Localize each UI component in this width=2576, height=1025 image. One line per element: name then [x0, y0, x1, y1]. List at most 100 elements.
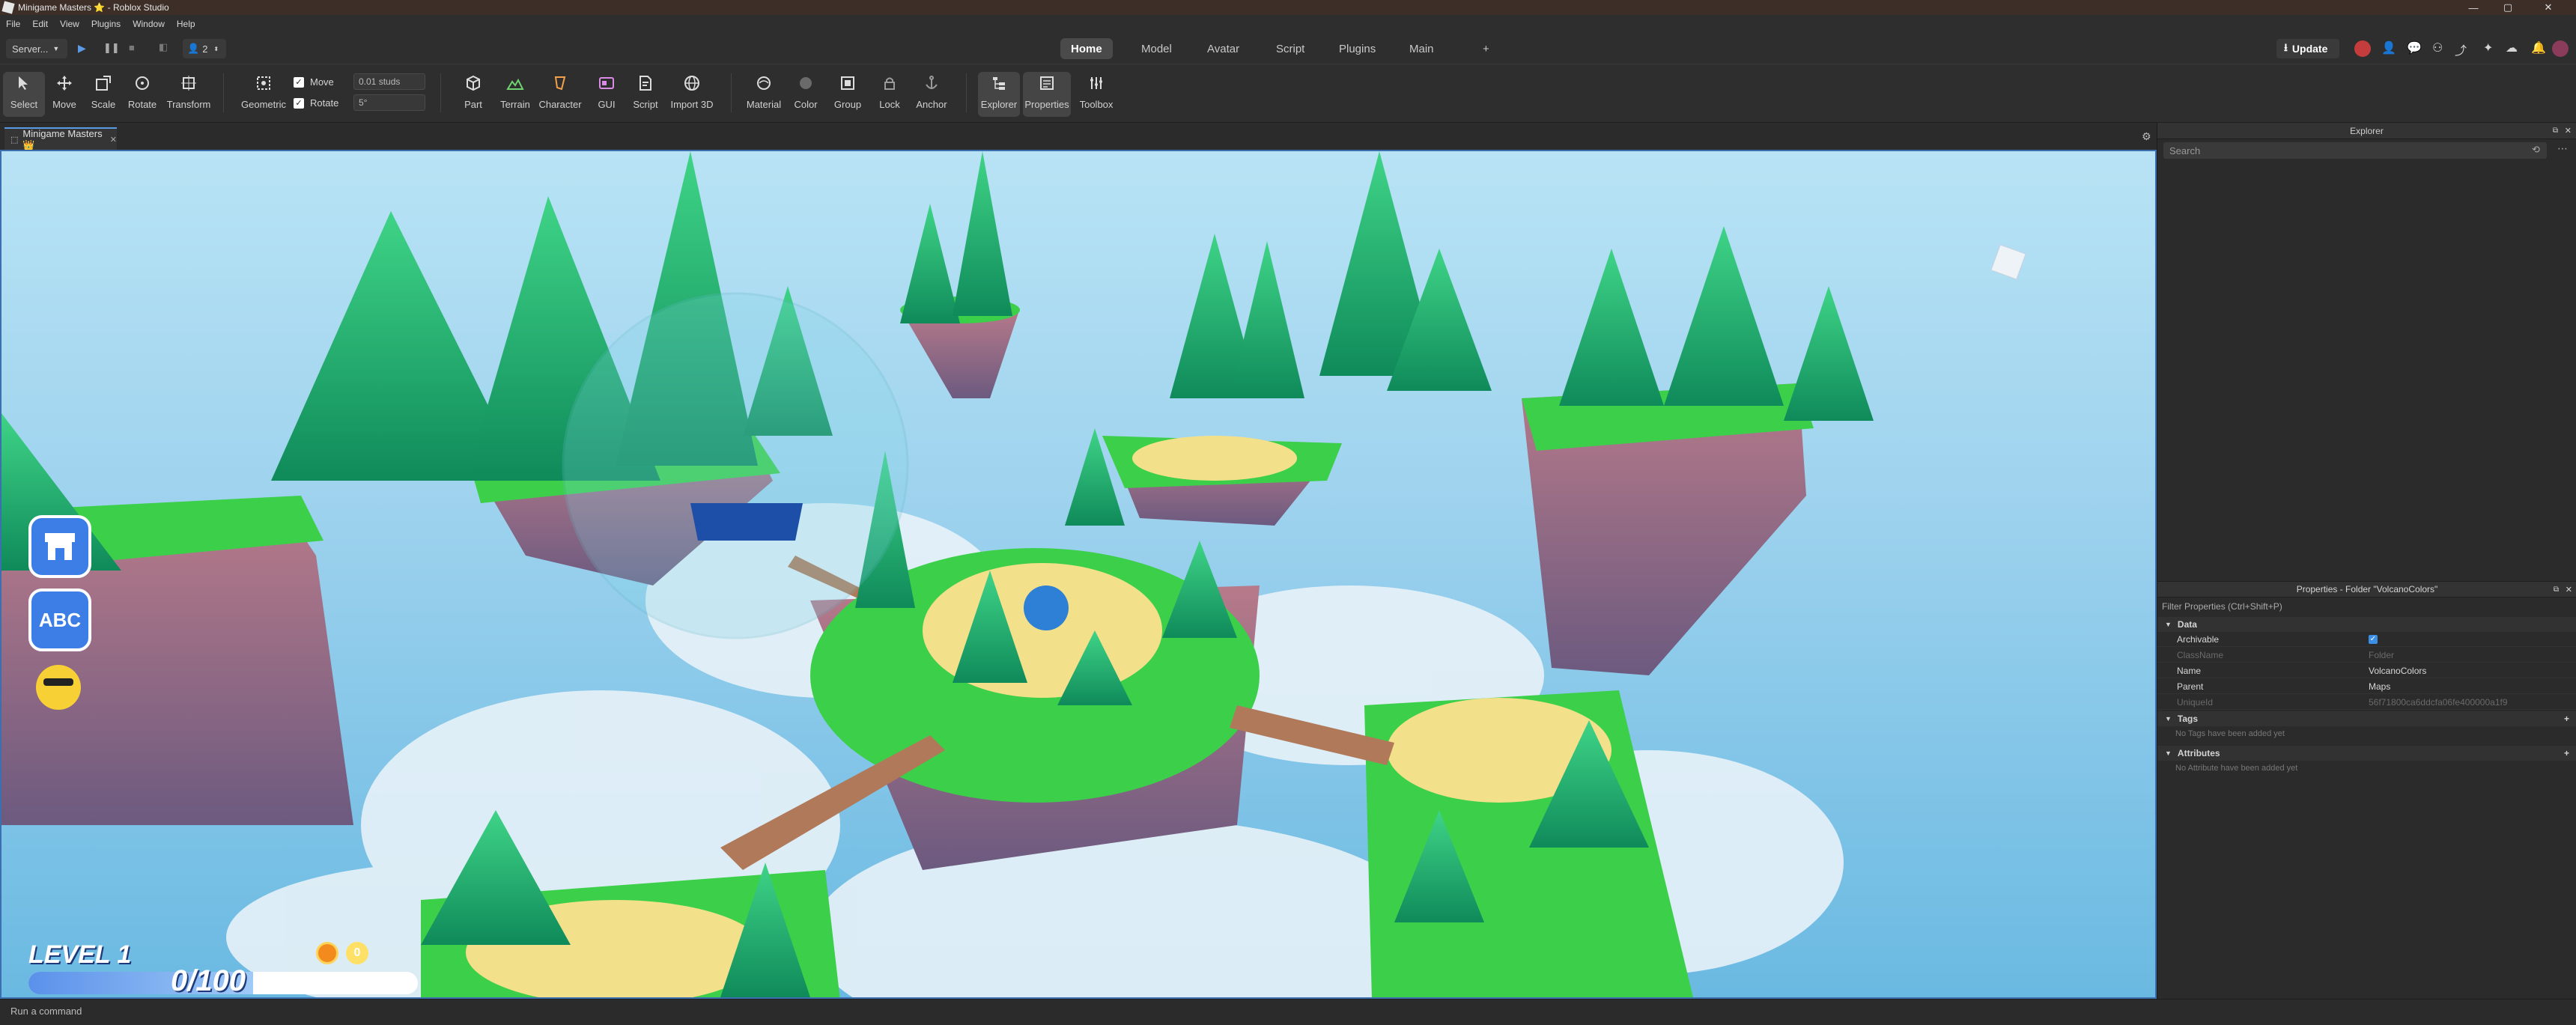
- add-attribute-icon[interactable]: +: [2564, 748, 2569, 758]
- select-tool[interactable]: Select: [3, 72, 45, 117]
- play-icon[interactable]: ▶: [78, 42, 86, 55]
- menu-window[interactable]: Window: [127, 19, 171, 29]
- menu-file[interactable]: File: [0, 19, 26, 29]
- property-row[interactable]: UniqueId 56f71800ca6ddcfa06fe400000a1f9: [2157, 695, 2576, 710]
- tab-home[interactable]: Home: [1060, 38, 1113, 59]
- server-dropdown[interactable]: Server... ▼: [6, 39, 67, 58]
- scale-tool[interactable]: Scale: [82, 72, 124, 117]
- tab-main[interactable]: Main: [1399, 38, 1445, 59]
- close-icon[interactable]: ✕: [2531, 0, 2566, 15]
- rotate-tool[interactable]: Rotate: [121, 72, 163, 117]
- tab-add[interactable]: +: [1472, 38, 1500, 59]
- explorer-search-input[interactable]: Search: [2163, 142, 2547, 159]
- tab-script[interactable]: Script: [1266, 38, 1315, 59]
- property-row[interactable]: ClassName Folder: [2157, 648, 2576, 663]
- viewport-settings-icon[interactable]: ⚙: [2142, 130, 2151, 143]
- document-tab[interactable]: ⬚ Minigame Masters 👑 ✕: [4, 127, 117, 150]
- history-icon[interactable]: ⟲: [2532, 144, 2540, 156]
- tab-model[interactable]: Model: [1131, 38, 1182, 59]
- properties-toggle[interactable]: Properties: [1023, 72, 1071, 117]
- tab-avatar[interactable]: Avatar: [1197, 38, 1250, 59]
- data-section-header[interactable]: ▼ Data: [2157, 617, 2576, 632]
- assistant-icon[interactable]: ✦: [2483, 40, 2493, 55]
- explorer-toggle[interactable]: Explorer: [978, 72, 1020, 117]
- chat-icon[interactable]: 💬: [2407, 40, 2422, 55]
- anchor-tool[interactable]: Anchor: [911, 72, 953, 117]
- terrain-tool[interactable]: Terrain: [494, 72, 536, 117]
- stop-icon[interactable]: ■: [129, 42, 135, 53]
- command-bar[interactable]: Run a command: [0, 999, 2576, 1025]
- menu-plugins[interactable]: Plugins: [85, 19, 127, 29]
- import-3d-tool[interactable]: Import 3D: [665, 72, 719, 117]
- anchor-tool-label: Anchor: [916, 99, 947, 110]
- script-tool-label: Script: [633, 99, 658, 110]
- property-value: 56f71800ca6ddcfa06fe400000a1f9: [2369, 696, 2508, 708]
- rotate-snap-input[interactable]: 5°: [353, 94, 425, 111]
- character-tool[interactable]: Character: [536, 72, 584, 117]
- explorer-title: Explorer: [2350, 125, 2384, 136]
- menu-edit[interactable]: Edit: [26, 19, 54, 29]
- geometric-tool[interactable]: Geometric: [240, 72, 288, 117]
- color-tool-label: Color: [794, 99, 818, 110]
- move-tool[interactable]: Move: [43, 72, 85, 117]
- menu-bar: File Edit View Plugins Window Help: [0, 15, 2576, 33]
- minimize-icon[interactable]: —: [2456, 0, 2491, 15]
- more-options-icon[interactable]: ⋯: [2557, 142, 2568, 155]
- ribbon-tab-row: Server... ▼ ▶ ❚❚ ■ ◧ 👤 2 ⬍ Home Model Av…: [0, 33, 2576, 64]
- close-icon[interactable]: ✕: [2566, 585, 2572, 594]
- abc-button[interactable]: ABC: [28, 588, 91, 651]
- color-tool[interactable]: Color: [785, 72, 827, 117]
- undock-icon[interactable]: ⧉: [2554, 586, 2559, 594]
- scale-icon: [92, 72, 115, 94]
- group-icon: [836, 72, 859, 94]
- property-row[interactable]: Parent Maps: [2157, 679, 2576, 694]
- add-friend-icon[interactable]: 👤: [2381, 40, 2396, 55]
- checkbox-checked-icon: ✓: [294, 97, 304, 109]
- undock-icon[interactable]: ⧉: [2553, 127, 2558, 135]
- shop-button[interactable]: [28, 515, 91, 578]
- toolbox-toggle[interactable]: Toolbox: [1074, 72, 1119, 117]
- notification-icon[interactable]: 🔔: [2531, 40, 2546, 55]
- collaborate-icon[interactable]: ⚇: [2432, 40, 2443, 55]
- transform-tool[interactable]: Transform: [165, 72, 213, 117]
- menu-view[interactable]: View: [54, 19, 85, 29]
- coin-icon: [316, 942, 338, 964]
- update-button[interactable]: ⭳ Update: [2276, 39, 2339, 58]
- cursor-icon: [13, 72, 35, 94]
- 3d-viewport[interactable]: ▸Gameplay EquipmentLightings▾Maps▸AcidEs…: [0, 150, 2157, 999]
- players-count-selector[interactable]: 👤 2 ⬍: [183, 39, 226, 58]
- command-input-placeholder: Run a command: [10, 1006, 82, 1017]
- rotate-snap-checkbox[interactable]: ✓ Rotate: [294, 97, 338, 109]
- checkbox-checked-icon[interactable]: ✓: [2369, 634, 2378, 644]
- property-row[interactable]: Name VolcanoColors: [2157, 663, 2576, 678]
- group-tool[interactable]: Group: [827, 72, 869, 117]
- explorer-search-placeholder: Search: [2169, 145, 2201, 156]
- properties-icon: [1036, 72, 1058, 94]
- script-tool[interactable]: Script: [625, 72, 666, 117]
- avatar[interactable]: [2552, 40, 2569, 57]
- tags-section-header[interactable]: ▼ Tags +: [2157, 711, 2576, 726]
- gui-tool[interactable]: GUI: [586, 72, 628, 117]
- add-tag-icon[interactable]: +: [2564, 714, 2569, 724]
- filter-properties-input[interactable]: Filter Properties (Ctrl+Shift+P): [2162, 599, 2569, 614]
- record-icon[interactable]: [2354, 40, 2371, 57]
- import-3d-label: Import 3D: [670, 99, 714, 110]
- lock-tool[interactable]: Lock: [869, 72, 911, 117]
- share-icon[interactable]: ⤴: [2455, 40, 2467, 58]
- attributes-section-header[interactable]: ▼ Attributes +: [2157, 746, 2576, 761]
- tab-plugins[interactable]: Plugins: [1328, 38, 1386, 59]
- step-icon[interactable]: ◧: [159, 41, 168, 53]
- close-icon[interactable]: ✕: [110, 135, 117, 145]
- character-tool-label: Character: [538, 99, 582, 110]
- menu-help[interactable]: Help: [171, 19, 201, 29]
- move-snap-input[interactable]: 0.01 studs: [353, 73, 425, 90]
- cloud-icon[interactable]: ☁: [2506, 40, 2518, 55]
- property-row[interactable]: Archivable ✓: [2157, 632, 2576, 647]
- pause-icon[interactable]: ❚❚: [103, 42, 120, 54]
- emote-button[interactable]: [36, 665, 81, 710]
- maximize-icon[interactable]: ▢: [2491, 0, 2525, 15]
- part-tool[interactable]: Part: [452, 72, 494, 117]
- material-tool[interactable]: Material: [743, 72, 785, 117]
- close-icon[interactable]: ✕: [2565, 126, 2572, 136]
- move-snap-checkbox[interactable]: ✓ Move: [294, 76, 334, 88]
